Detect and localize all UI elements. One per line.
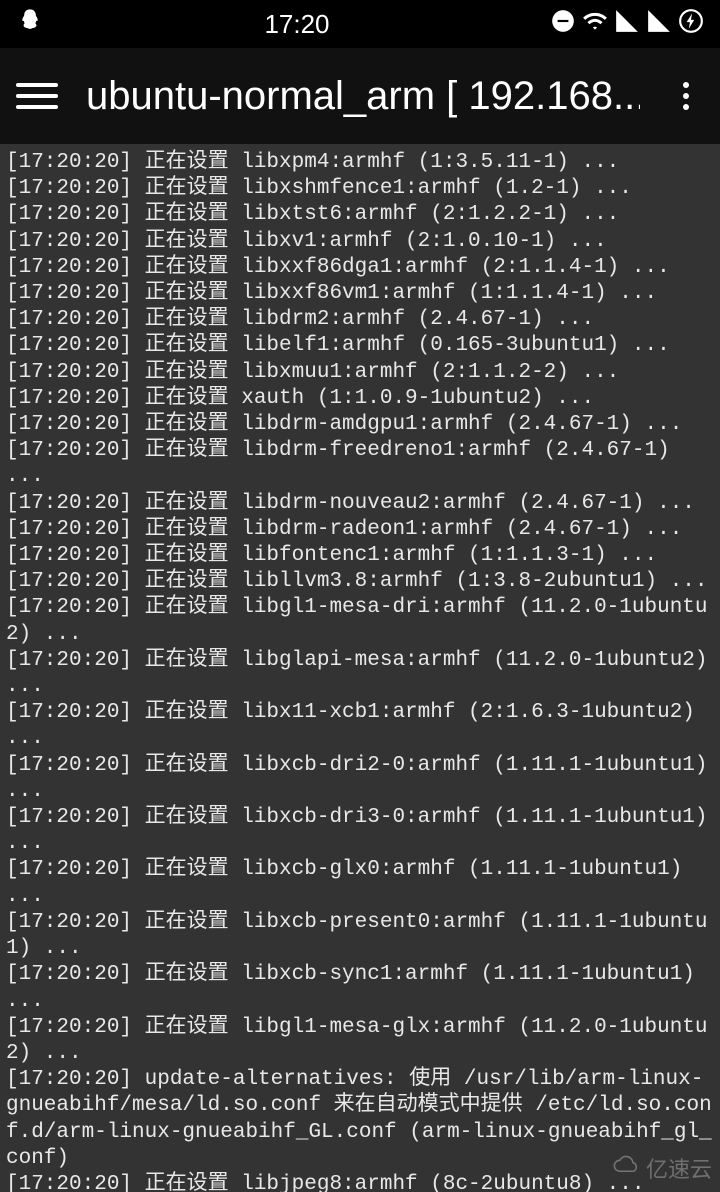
app-bar: ubuntu-normal_arm [ 192.168... — [0, 48, 720, 144]
status-time: 17:20 — [264, 9, 329, 40]
wifi-icon — [582, 8, 608, 41]
qq-icon — [16, 7, 44, 42]
signal-x-icon — [614, 8, 640, 41]
hamburger-icon[interactable] — [16, 75, 58, 117]
signal-icon — [646, 8, 672, 41]
status-right — [550, 8, 704, 41]
status-left — [16, 7, 44, 42]
flash-circle-icon — [678, 8, 704, 41]
terminal-output[interactable]: [17:20:20] 正在设置 libxpm4:armhf (1:3.5.11-… — [0, 144, 720, 1192]
minus-circle-icon — [550, 8, 576, 41]
status-bar: 17:20 — [0, 0, 720, 48]
kebab-icon[interactable] — [668, 78, 704, 114]
app-title: ubuntu-normal_arm [ 192.168... — [86, 74, 640, 119]
